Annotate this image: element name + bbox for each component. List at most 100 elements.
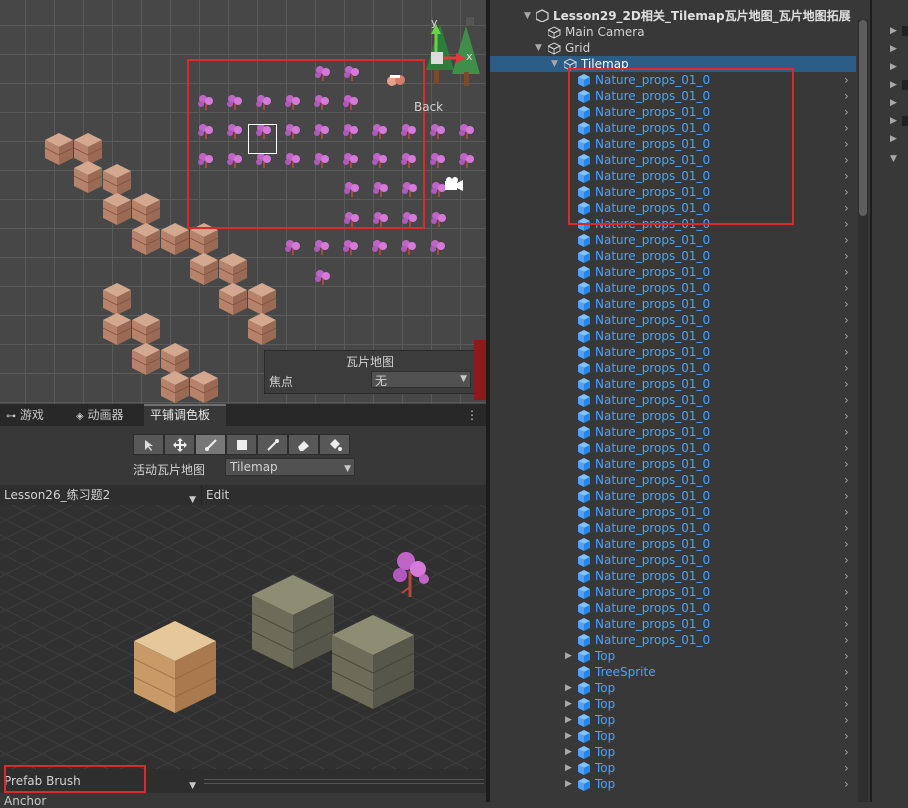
hierarchy-item[interactable]: Nature_props_01_0 › bbox=[490, 360, 856, 376]
hierarchy-item[interactable]: Nature_props_01_0 › bbox=[490, 616, 856, 632]
fold-closed-icon[interactable]: ▶ bbox=[565, 680, 572, 696]
hierarchy-item[interactable]: ▶ Top › bbox=[490, 744, 856, 760]
box-fill-tool-button[interactable] bbox=[226, 434, 257, 455]
open-prefab-chevron-icon[interactable]: › bbox=[844, 248, 849, 264]
back-label[interactable]: Back bbox=[414, 100, 443, 114]
tab-game[interactable]: ⊶ 游戏 bbox=[0, 404, 70, 426]
open-prefab-chevron-icon[interactable]: › bbox=[844, 408, 849, 424]
open-prefab-chevron-icon[interactable]: › bbox=[844, 360, 849, 376]
scene-view[interactable]: Back y x 瓦片地图 焦点 无 ▼ bbox=[0, 0, 486, 404]
open-prefab-chevron-icon[interactable]: › bbox=[844, 312, 849, 328]
hierarchy-item[interactable]: ▶ Top › bbox=[490, 728, 856, 744]
fold-arrow-icon[interactable]: ▶ bbox=[890, 134, 897, 144]
open-prefab-chevron-icon[interactable]: › bbox=[844, 712, 849, 728]
tab-animator[interactable]: ◈ 动画器 bbox=[70, 404, 144, 426]
fold-closed-icon[interactable]: ▶ bbox=[565, 760, 572, 776]
hierarchy-item[interactable]: Nature_props_01_0 › bbox=[490, 504, 856, 520]
hierarchy-item[interactable]: Nature_props_01_0 › bbox=[490, 488, 856, 504]
open-prefab-chevron-icon[interactable]: › bbox=[844, 344, 849, 360]
open-prefab-chevron-icon[interactable]: › bbox=[844, 376, 849, 392]
open-prefab-chevron-icon[interactable]: › bbox=[844, 168, 849, 184]
hierarchy-item[interactable]: Nature_props_01_0 › bbox=[490, 536, 856, 552]
open-prefab-chevron-icon[interactable]: › bbox=[844, 104, 849, 120]
fold-closed-icon[interactable]: ▶ bbox=[565, 712, 572, 728]
fill-tool-button[interactable] bbox=[319, 434, 350, 455]
open-prefab-chevron-icon[interactable]: › bbox=[844, 216, 849, 232]
picker-tool-button[interactable] bbox=[257, 434, 288, 455]
open-prefab-chevron-icon[interactable]: › bbox=[844, 520, 849, 536]
fold-closed-icon[interactable]: ▶ bbox=[565, 728, 572, 744]
fold-closed-icon[interactable]: ▶ bbox=[565, 744, 572, 760]
open-prefab-chevron-icon[interactable]: › bbox=[844, 280, 849, 296]
fold-arrow-icon[interactable]: ▶ bbox=[890, 62, 897, 72]
fold-closed-icon[interactable]: ▶ bbox=[565, 696, 572, 712]
tab-tile-palette[interactable]: 平铺调色板 bbox=[144, 404, 226, 426]
open-prefab-chevron-icon[interactable]: › bbox=[844, 728, 849, 744]
hierarchy-item[interactable]: Nature_props_01_0 › bbox=[490, 424, 856, 440]
hierarchy-item[interactable]: ▶ Top › bbox=[490, 696, 856, 712]
open-prefab-chevron-icon[interactable]: › bbox=[844, 200, 849, 216]
open-prefab-chevron-icon[interactable]: › bbox=[844, 136, 849, 152]
fold-arrow-icon[interactable]: ▶ bbox=[890, 44, 897, 54]
splitter-handle[interactable] bbox=[204, 779, 484, 784]
hierarchy-item[interactable]: ▶ Top › bbox=[490, 680, 856, 696]
select-tool-button[interactable] bbox=[133, 434, 164, 455]
hierarchy-item[interactable]: Nature_props_01_0 › bbox=[490, 248, 856, 264]
open-prefab-chevron-icon[interactable]: › bbox=[844, 504, 849, 520]
open-prefab-chevron-icon[interactable]: › bbox=[844, 776, 849, 792]
hierarchy-item[interactable]: ▼ Grid bbox=[490, 40, 856, 56]
hierarchy-item[interactable]: Nature_props_01_0 › bbox=[490, 600, 856, 616]
hierarchy-item[interactable]: Nature_props_01_0 › bbox=[490, 328, 856, 344]
move-tool-button[interactable] bbox=[164, 434, 195, 455]
open-prefab-chevron-icon[interactable]: › bbox=[844, 568, 849, 584]
open-prefab-chevron-icon[interactable]: › bbox=[844, 264, 849, 280]
scene-menu-icon[interactable]: ⋮ bbox=[842, 8, 854, 24]
hierarchy-item[interactable]: Nature_props_01_0 › bbox=[490, 376, 856, 392]
open-prefab-chevron-icon[interactable]: › bbox=[844, 392, 849, 408]
open-prefab-chevron-icon[interactable]: › bbox=[844, 616, 849, 632]
fold-closed-icon[interactable]: ▶ bbox=[565, 776, 572, 792]
open-prefab-chevron-icon[interactable]: › bbox=[844, 184, 849, 200]
hierarchy-item[interactable]: Main Camera bbox=[490, 24, 856, 40]
hierarchy-item[interactable]: Nature_props_01_0 › bbox=[490, 456, 856, 472]
open-prefab-chevron-icon[interactable]: › bbox=[844, 680, 849, 696]
more-menu-icon[interactable]: ⋮ bbox=[466, 404, 478, 426]
open-prefab-chevron-icon[interactable]: › bbox=[844, 600, 849, 616]
hierarchy-item[interactable]: Nature_props_01_0 › bbox=[490, 264, 856, 280]
open-prefab-chevron-icon[interactable]: › bbox=[844, 744, 849, 760]
hierarchy-item[interactable]: TreeSprite › bbox=[490, 664, 856, 680]
open-prefab-chevron-icon[interactable]: › bbox=[844, 632, 849, 648]
focus-mode-select[interactable]: 无 ▼ bbox=[371, 371, 471, 388]
hierarchy-item[interactable]: Nature_props_01_0 › bbox=[490, 344, 856, 360]
fold-arrow-icon[interactable]: ▶ bbox=[890, 116, 897, 126]
fold-closed-icon[interactable]: ▶ bbox=[565, 648, 572, 664]
hierarchy-item[interactable]: ▶ Top › bbox=[490, 776, 856, 792]
open-prefab-chevron-icon[interactable]: › bbox=[844, 120, 849, 136]
open-prefab-chevron-icon[interactable]: › bbox=[844, 88, 849, 104]
fold-open-icon[interactable]: ▼ bbox=[535, 40, 542, 56]
open-prefab-chevron-icon[interactable]: › bbox=[844, 472, 849, 488]
open-prefab-chevron-icon[interactable]: › bbox=[844, 584, 849, 600]
hierarchy-item[interactable]: Nature_props_01_0 › bbox=[490, 552, 856, 568]
open-prefab-chevron-icon[interactable]: › bbox=[844, 664, 849, 680]
hierarchy-item[interactable]: Nature_props_01_0 › bbox=[490, 280, 856, 296]
hierarchy-item[interactable]: Nature_props_01_0 › bbox=[490, 568, 856, 584]
open-prefab-chevron-icon[interactable]: › bbox=[844, 488, 849, 504]
hierarchy-scrollbar[interactable] bbox=[858, 20, 868, 802]
open-prefab-chevron-icon[interactable]: › bbox=[844, 72, 849, 88]
palette-select[interactable]: Lesson26_练习题2 ▼ bbox=[0, 485, 200, 505]
hierarchy-item[interactable]: Nature_props_01_0 › bbox=[490, 392, 856, 408]
active-tilemap-select[interactable]: Tilemap ▼ bbox=[225, 458, 355, 476]
fold-open-icon[interactable]: ▼ bbox=[890, 154, 897, 164]
open-prefab-chevron-icon[interactable]: › bbox=[844, 648, 849, 664]
hierarchy-item[interactable]: Nature_props_01_0 › bbox=[490, 296, 856, 312]
scene-gizmo[interactable]: y x bbox=[404, 12, 486, 92]
hierarchy-item[interactable]: Nature_props_01_0 › bbox=[490, 584, 856, 600]
eraser-tool-button[interactable] bbox=[288, 434, 319, 455]
open-prefab-chevron-icon[interactable]: › bbox=[844, 696, 849, 712]
open-prefab-chevron-icon[interactable]: › bbox=[844, 152, 849, 168]
hierarchy-item[interactable]: ▶ Top › bbox=[490, 760, 856, 776]
fold-arrow-icon[interactable]: ▶ bbox=[890, 98, 897, 108]
open-prefab-chevron-icon[interactable]: › bbox=[844, 232, 849, 248]
open-prefab-chevron-icon[interactable]: › bbox=[844, 760, 849, 776]
